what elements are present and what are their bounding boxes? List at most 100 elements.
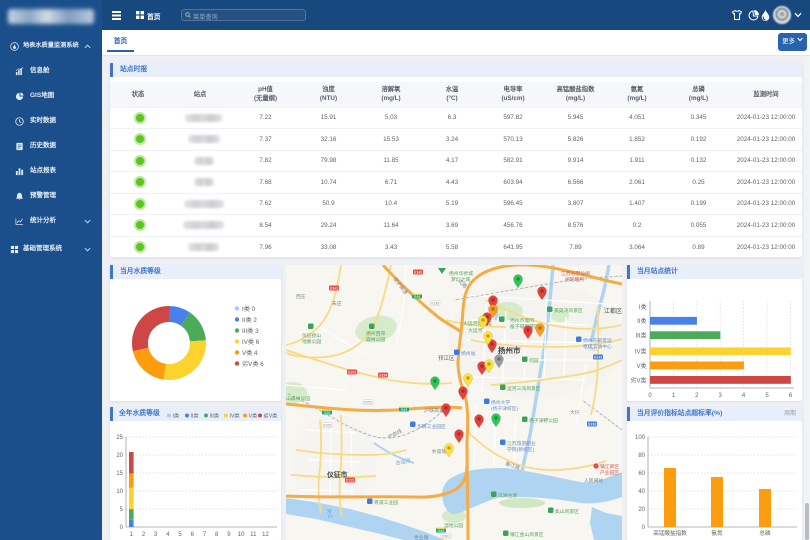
svg-text:1: 1 [130,532,134,538]
svg-text:IV类 6: IV类 6 [242,338,260,346]
svg-text:S336: S336 [588,422,596,426]
svg-text:G40: G40 [438,529,445,533]
svg-text:0: 0 [120,525,124,531]
svg-text:S49: S49 [401,408,407,412]
svg-text:V类: V类 [249,411,258,419]
svg-text:闸管理所: 闸管理所 [565,276,584,283]
svg-text:扬州东部客运: 扬州东部客运 [583,337,612,344]
svg-text:11: 11 [250,532,257,538]
svg-text:IV类: IV类 [230,411,240,419]
svg-text:1: 1 [672,393,676,399]
svg-text:宁启线: 宁启线 [387,428,404,441]
svg-text:镇江新区: 镇江新区 [600,463,619,470]
svg-text:何园: 何园 [529,357,539,364]
svg-text:扬州大学: 扬州大学 [491,399,510,406]
svg-text:6: 6 [191,532,195,538]
svg-text:地质公园: 地质公园 [302,338,321,345]
svg-text:人民闸站: 人民闸站 [584,477,603,484]
svg-text:15: 15 [116,471,123,477]
svg-text:V类: V类 [636,362,646,370]
svg-text:7: 7 [203,532,207,538]
svg-text:森林公园: 森林公园 [366,336,385,343]
svg-text:邗江区: 邗江区 [438,354,455,362]
svg-text:8: 8 [215,532,219,538]
svg-text:I类 0: I类 0 [242,305,256,313]
svg-text:劣V类 6: 劣V类 6 [242,360,264,368]
svg-text:100: 100 [635,435,646,441]
svg-text:运河三湾风景区: 运河三湾风景区 [507,385,541,392]
svg-text:4: 4 [166,532,170,538]
svg-text:京沪高速: 京沪高速 [391,276,409,296]
svg-text:2: 2 [142,532,146,538]
svg-text:扬州西郊: 扬州西郊 [366,330,385,337]
svg-text:K252: K252 [364,400,372,404]
svg-text:III类 3: III类 3 [242,327,259,335]
svg-text:0: 0 [648,393,652,399]
svg-text:古运河: 古运河 [395,457,411,467]
svg-text:4: 4 [742,393,746,399]
svg-text:学院(新校区): 学院(新校区) [507,446,535,453]
svg-text:江苏省邵仙闸: 江苏省邵仙闸 [561,270,590,277]
svg-text:湿地公园: 湿地公园 [444,522,463,529]
svg-text:9: 9 [227,532,231,538]
svg-text:5: 5 [765,393,769,399]
svg-text:I类: I类 [639,303,647,311]
svg-text:大运河: 大运河 [468,327,483,334]
svg-text:20: 20 [638,507,645,513]
svg-text:5: 5 [120,507,124,513]
svg-text:S243: S243 [594,355,602,359]
svg-text:劣V类: 劣V类 [630,376,646,384]
svg-text:S49: S49 [324,411,330,415]
svg-text:瓜洲古渡: 瓜洲古渡 [498,492,517,499]
svg-text:江都区: 江都区 [604,307,622,315]
svg-text:S343: S343 [330,286,338,290]
svg-text:江苏旅游职业: 江苏旅游职业 [507,440,536,447]
svg-text:西庄: 西庄 [296,293,306,300]
svg-text:I类: I类 [173,411,180,419]
svg-text:3: 3 [154,532,158,538]
svg-text:X336: X336 [431,301,439,305]
svg-text:产业园区: 产业园区 [600,469,619,476]
svg-text:沪陕高速: 沪陕高速 [424,407,444,414]
svg-text:高锰酸盐指数: 高锰酸盐指数 [653,529,687,537]
svg-text:劣V类: 劣V类 [264,411,278,419]
svg-text:0: 0 [642,525,646,531]
svg-text:仪征捺山: 仪征捺山 [302,332,321,339]
svg-text:扬州华侨城: 扬州华侨城 [449,270,473,277]
svg-text:茱萸湾风景区: 茱萸湾风景区 [554,307,583,314]
svg-text:S334: S334 [379,373,387,377]
svg-text:12: 12 [262,532,269,538]
svg-text:S345: S345 [414,270,422,274]
svg-text:X205: X205 [323,423,331,427]
svg-text:胥浦工业园: 胥浦工业园 [374,499,398,506]
svg-text:S49: S49 [414,295,420,299]
svg-text:枢纽交通中心: 枢纽交通中心 [583,343,612,350]
svg-text:扬子津野公园: 扬子津野公园 [529,417,558,424]
svg-text:焦山风景区: 焦山风景区 [555,508,579,515]
svg-text:总磷: 总磷 [759,529,771,537]
svg-text:氨氮: 氨氮 [711,529,723,537]
svg-text:梦幻之域: 梦幻之域 [451,276,470,283]
svg-text:朱庄: 朱庄 [332,300,342,307]
svg-text:10: 10 [238,532,245,538]
svg-text:扬州站: 扬州站 [461,350,476,357]
svg-text:V类 4: V类 4 [242,349,258,357]
svg-text:山森林公园: 山森林公园 [286,395,310,402]
svg-text:III类: III类 [635,332,646,340]
svg-text:40: 40 [638,489,645,495]
svg-text:II类: II类 [637,317,646,325]
svg-text:X301: X301 [442,534,450,538]
svg-text:II类: II类 [191,411,199,419]
svg-text:II类 2: II类 2 [242,316,257,324]
svg-text:20: 20 [116,453,123,459]
svg-text:S353: S353 [348,370,356,374]
svg-text:6: 6 [789,393,793,399]
svg-text:扬州市: 扬州市 [498,345,521,355]
svg-text:3: 3 [719,393,723,399]
svg-text:IV类: IV类 [635,348,647,356]
svg-text:扬州市蜀冈: 扬州市蜀冈 [510,317,534,324]
svg-text:2: 2 [695,393,699,399]
svg-text:大圩: 大圩 [570,409,580,416]
svg-text:25: 25 [116,435,123,441]
svg-text:5: 5 [178,532,182,538]
